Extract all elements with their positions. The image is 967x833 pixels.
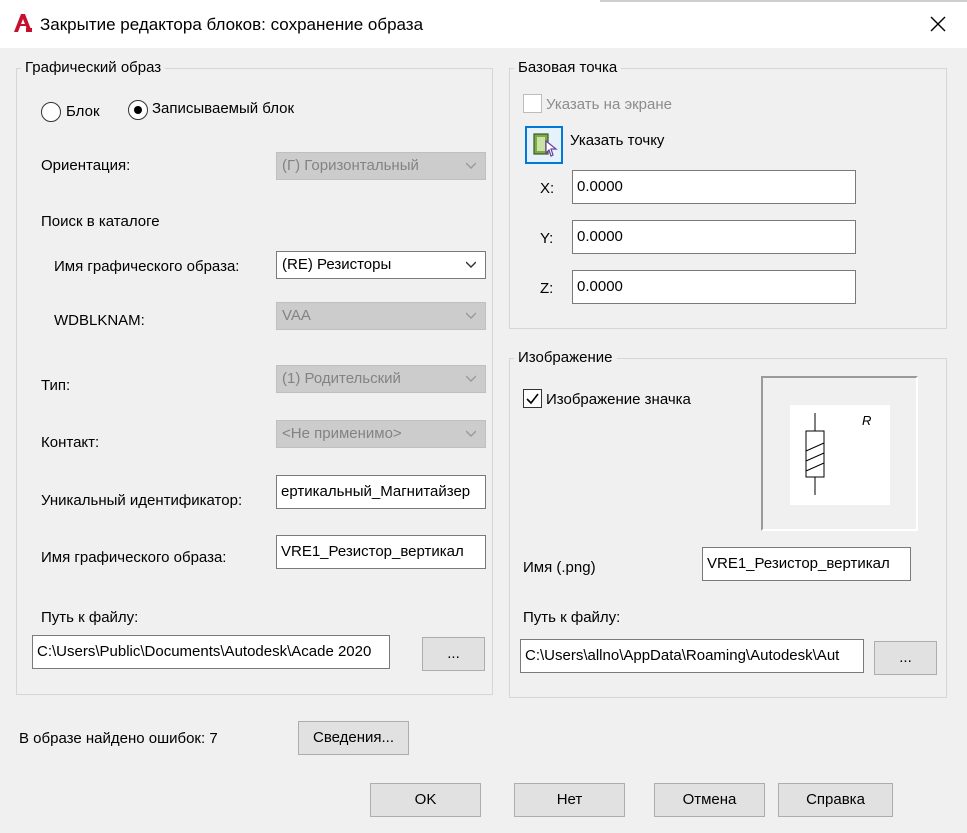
x-value: 0.0000	[577, 178, 623, 195]
radio-writable-block[interactable]	[128, 100, 148, 120]
image-file-path-value: C:\Users\allno\AppData\Roaming\Autodesk\…	[525, 647, 840, 664]
y-label: Y:	[540, 230, 554, 247]
image-name-field[interactable]: VRE1_Резистор_вертикал	[276, 535, 486, 569]
ok-button[interactable]: OK	[370, 783, 481, 817]
wdblknam-select: VAA	[276, 302, 486, 330]
contact-label: Контакт:	[41, 434, 100, 451]
details-button[interactable]: Сведения...	[298, 721, 409, 755]
symbol-name-value: (RE) Резисторы	[282, 256, 392, 273]
symbol-name-label: Имя графического образа:	[54, 258, 240, 275]
type-label: Тип:	[41, 377, 71, 394]
image-file-path-label: Путь к файлу:	[523, 609, 621, 626]
z-label: Z:	[540, 280, 554, 297]
pick-point-icon	[533, 133, 558, 157]
checkmark-icon	[526, 393, 539, 405]
image-legend: Изображение	[514, 349, 617, 366]
autocad-app-icon	[12, 12, 34, 34]
type-select: (1) Родительский	[276, 365, 486, 393]
chevron-down-icon	[466, 312, 476, 319]
chevron-down-icon	[466, 261, 476, 268]
x-label: X:	[540, 180, 555, 197]
png-name-value: VRE1_Резистор_вертикал	[707, 555, 890, 572]
icon-image-label[interactable]: Изображение значка	[546, 391, 691, 408]
resistor-symbol-icon: R	[805, 413, 871, 495]
z-value: 0.0000	[577, 278, 623, 295]
pick-point-label[interactable]: Указать точку	[570, 132, 664, 149]
icon-image-checkbox[interactable]	[523, 389, 542, 408]
orientation-label: Ориентация:	[41, 157, 131, 174]
radio-block-label[interactable]: Блок	[66, 103, 100, 120]
z-field[interactable]: 0.0000	[572, 270, 856, 304]
y-value: 0.0000	[577, 228, 623, 245]
chevron-down-icon	[466, 162, 476, 169]
window-title: Закрытие редактора блоков: сохранение об…	[40, 15, 424, 34]
image-file-path-field[interactable]: C:\Users\allno\AppData\Roaming\Autodesk\…	[520, 639, 864, 673]
preview-designator: R	[862, 413, 871, 428]
unique-id-field[interactable]: ертикальный_Магнитайзер	[276, 475, 486, 509]
no-button[interactable]: Нет	[514, 783, 625, 817]
x-field[interactable]: 0.0000	[572, 170, 856, 204]
radio-block[interactable]	[41, 102, 61, 122]
pick-point-button[interactable]	[525, 126, 563, 164]
background-window-edge	[600, 0, 967, 2]
file-path-field[interactable]: C:\Users\Public\Documents\Autodesk\Acade…	[32, 635, 390, 669]
errors-found-text: В образе найдено ошибок: 7	[19, 730, 218, 747]
specify-on-screen-checkbox	[523, 94, 542, 113]
chevron-down-icon	[466, 375, 476, 382]
graphic-symbol-legend: Графический образ	[21, 59, 166, 76]
browse-button[interactable]: ...	[422, 637, 485, 671]
contact-select: <Не применимо>	[276, 420, 486, 448]
unique-id-label: Уникальный идентификатор:	[41, 492, 243, 509]
specify-on-screen-label: Указать на экране	[546, 96, 672, 113]
png-name-field[interactable]: VRE1_Резистор_вертикал	[702, 547, 911, 581]
file-path-value: C:\Users\Public\Documents\Autodesk\Acade…	[37, 643, 372, 660]
catalog-search-label: Поиск в каталоге	[41, 213, 160, 230]
image-name-label: Имя графического образа:	[41, 549, 227, 566]
close-icon[interactable]	[922, 8, 954, 40]
contact-value: <Не применимо>	[282, 425, 402, 442]
y-field[interactable]: 0.0000	[572, 220, 856, 254]
image-browse-button[interactable]: ...	[874, 641, 937, 675]
base-point-legend: Базовая точка	[514, 59, 622, 76]
unique-id-value: ертикальный_Магнитайзер	[281, 483, 471, 500]
image-name-value: VRE1_Резистор_вертикал	[281, 543, 464, 560]
radio-writable-block-label[interactable]: Записываемый блок	[152, 100, 294, 117]
orientation-value: (Г) Горизонтальный	[282, 157, 419, 174]
file-path-label: Путь к файлу:	[41, 609, 139, 626]
type-value: (1) Родительский	[282, 370, 401, 387]
image-preview-canvas: R	[790, 405, 890, 505]
wdblknam-value: VAA	[282, 307, 311, 324]
help-button[interactable]: Справка	[778, 783, 893, 817]
cancel-button[interactable]: Отмена	[654, 783, 765, 817]
chevron-down-icon	[466, 430, 476, 437]
orientation-select: (Г) Горизонтальный	[276, 152, 486, 180]
image-preview: R	[761, 376, 918, 531]
png-name-label: Имя (.png)	[523, 559, 596, 576]
symbol-name-select[interactable]: (RE) Резисторы	[276, 251, 486, 279]
wdblknam-label: WDBLKNAM:	[54, 312, 145, 329]
